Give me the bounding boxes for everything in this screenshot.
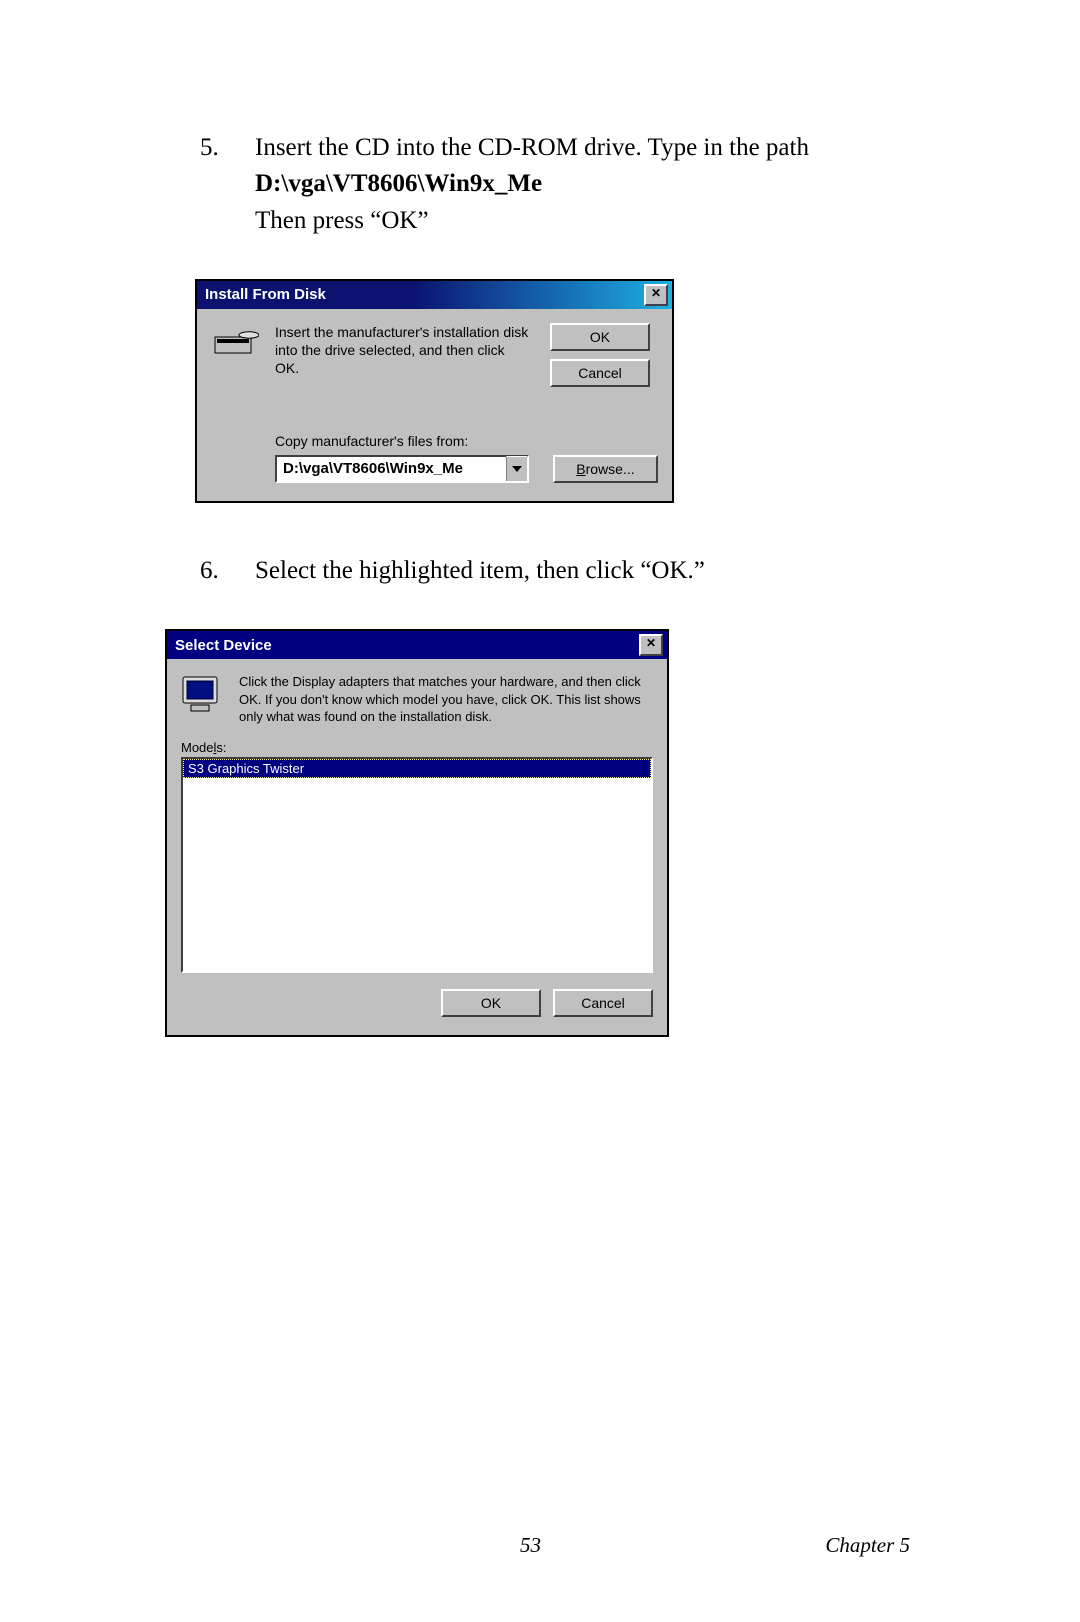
dialog-title: Install From Disk — [205, 286, 326, 303]
dialog-message: Click the Display adapters that matches … — [239, 673, 653, 726]
path-combobox[interactable] — [275, 455, 529, 483]
ok-button[interactable]: OK — [550, 323, 650, 351]
select-device-dialog: Select Device ✕ Click the Display adapte… — [165, 629, 669, 1037]
chevron-down-icon[interactable] — [506, 456, 527, 481]
titlebar: Select Device ✕ — [167, 631, 667, 659]
copy-from-label: Copy manufacturer's files from: — [275, 433, 658, 449]
cancel-button[interactable]: Cancel — [550, 359, 650, 387]
page-footer: 53 Chapter 5 — [0, 1533, 1080, 1558]
disk-icon — [211, 323, 261, 387]
browse-button[interactable]: Browse... — [553, 455, 658, 483]
step-5: 5. Insert the CD into the CD-ROM drive. … — [200, 130, 910, 239]
dialog-title: Select Device — [175, 637, 272, 654]
cancel-button[interactable]: Cancel — [553, 989, 653, 1017]
monitor-icon — [181, 673, 223, 726]
page-number: 53 — [520, 1533, 541, 1558]
path-input[interactable] — [277, 460, 506, 477]
close-icon[interactable]: ✕ — [644, 284, 668, 306]
step-5-path: D:\vga\VT8606\Win9x_Me — [255, 170, 542, 197]
install-from-disk-dialog: Install From Disk ✕ Insert the manufactu… — [195, 279, 674, 503]
step-5-line1: Insert the CD into the CD-ROM drive. Typ… — [255, 134, 809, 161]
titlebar: Install From Disk ✕ — [197, 281, 672, 309]
step-body: Insert the CD into the CD-ROM drive. Typ… — [255, 130, 910, 239]
models-listbox[interactable]: S3 Graphics Twister — [181, 757, 653, 973]
dialog-message: Insert the manufacturer's installation d… — [275, 323, 536, 387]
step-5-line2: Then press “OK” — [255, 207, 429, 234]
step-6-text: Select the highlighted item, then click … — [255, 553, 910, 589]
ok-button[interactable]: OK — [441, 989, 541, 1017]
step-number: 6. — [200, 553, 255, 589]
chapter-label: Chapter 5 — [825, 1533, 910, 1558]
models-label: Models: — [181, 740, 653, 755]
step-6: 6. Select the highlighted item, then cli… — [200, 553, 910, 589]
step-number: 5. — [200, 130, 255, 239]
list-item[interactable]: S3 Graphics Twister — [183, 759, 651, 778]
close-icon[interactable]: ✕ — [639, 634, 663, 656]
